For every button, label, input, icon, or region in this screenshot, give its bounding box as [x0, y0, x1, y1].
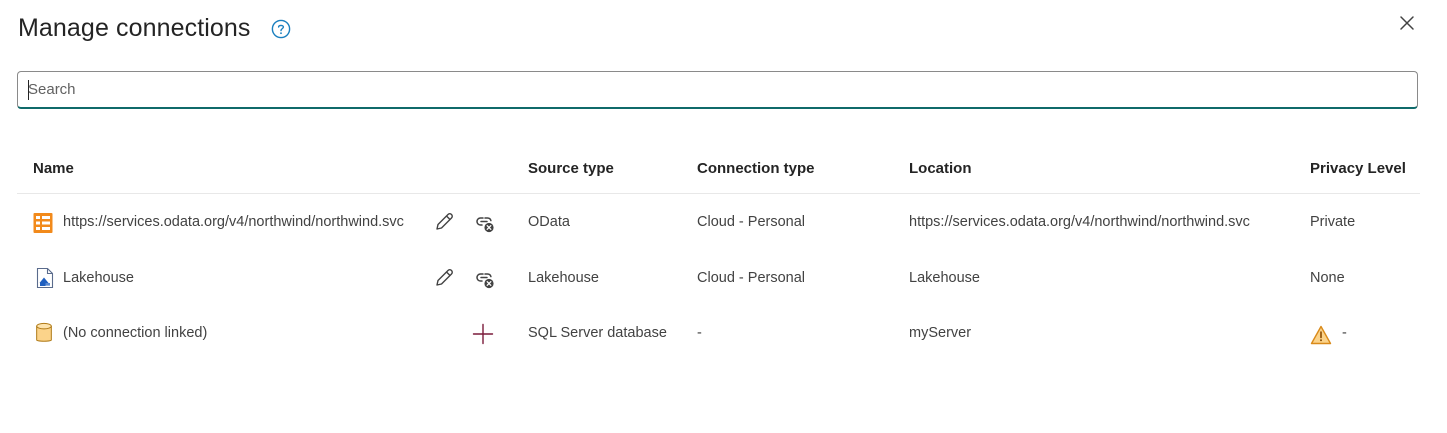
row-privacy-level: -	[1342, 325, 1347, 341]
help-icon[interactable]	[271, 19, 291, 39]
row-name: https://services.odata.org/v4/northwind/…	[63, 214, 404, 230]
row-name: (No connection linked)	[63, 325, 208, 341]
add-icon[interactable]	[472, 323, 494, 345]
row-privacy-level: Private	[1310, 214, 1356, 230]
header-divider	[17, 193, 1420, 194]
dialog-title: Manage connections	[18, 14, 251, 42]
lakehouse-icon	[36, 267, 54, 289]
row-location: myServer	[909, 325, 972, 341]
text-caret	[28, 80, 29, 100]
row-connection-type: Cloud - Personal	[697, 270, 805, 286]
row-connection-type: -	[697, 325, 702, 341]
edit-icon[interactable]	[433, 211, 455, 233]
row-connection-type: Cloud - Personal	[697, 214, 805, 230]
search-input[interactable]	[18, 72, 1417, 107]
row-name: Lakehouse	[63, 270, 134, 286]
column-header-privacy-level[interactable]: Privacy Level	[1310, 160, 1406, 177]
unlink-icon[interactable]	[474, 212, 496, 234]
close-icon[interactable]	[1399, 15, 1415, 31]
edit-icon[interactable]	[433, 267, 455, 289]
row-source-type: Lakehouse	[528, 270, 599, 286]
warning-icon	[1310, 325, 1332, 345]
row-privacy-level: None	[1310, 270, 1345, 286]
row-source-type: SQL Server database	[528, 325, 667, 341]
row-source-type: OData	[528, 214, 570, 230]
unlink-icon[interactable]	[474, 268, 496, 290]
search-box[interactable]	[17, 71, 1418, 109]
row-location: Lakehouse	[909, 270, 980, 286]
row-location: https://services.odata.org/v4/northwind/…	[909, 214, 1250, 230]
column-header-connection-type[interactable]: Connection type	[697, 160, 815, 177]
column-header-name[interactable]: Name	[33, 160, 74, 177]
odata-icon	[33, 213, 53, 233]
column-header-source-type[interactable]: Source type	[528, 160, 614, 177]
database-icon	[36, 322, 52, 342]
column-header-location[interactable]: Location	[909, 160, 972, 177]
